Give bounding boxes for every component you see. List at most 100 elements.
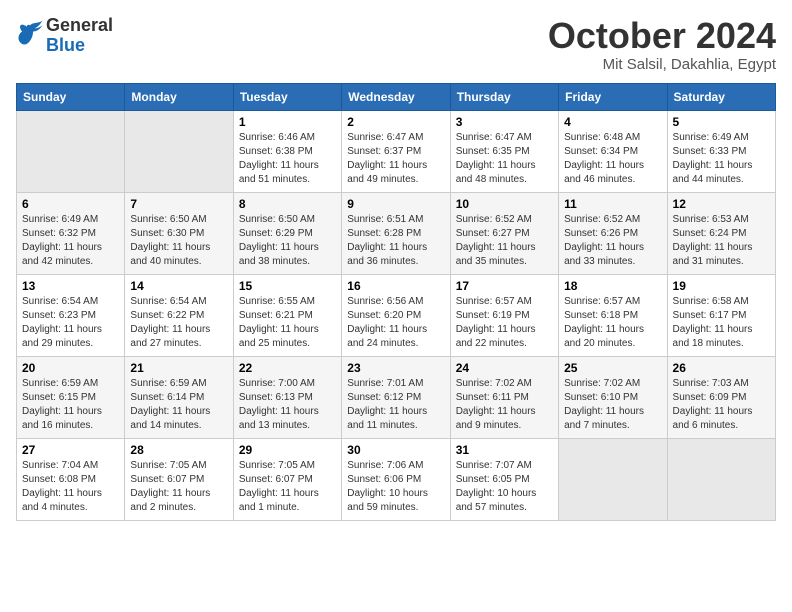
day-info: Sunrise: 6:54 AM Sunset: 6:23 PM Dayligh… — [22, 295, 119, 351]
day-info: Sunrise: 6:50 AM Sunset: 6:29 PM Dayligh… — [239, 213, 336, 269]
day-number: 22 — [239, 361, 336, 375]
day-number: 9 — [347, 197, 444, 211]
title-block: October 2024 Mit Salsil, Dakahlia, Egypt — [548, 16, 776, 73]
day-info: Sunrise: 6:47 AM Sunset: 6:35 PM Dayligh… — [456, 131, 553, 187]
day-info: Sunrise: 6:58 AM Sunset: 6:17 PM Dayligh… — [673, 295, 770, 351]
day-number: 19 — [673, 279, 770, 293]
day-info: Sunrise: 6:52 AM Sunset: 6:27 PM Dayligh… — [456, 213, 553, 269]
logo-text: GeneralBlue — [46, 16, 113, 56]
logo: GeneralBlue — [16, 16, 113, 56]
day-number: 23 — [347, 361, 444, 375]
day-number: 21 — [130, 361, 227, 375]
weekday-header-wednesday: Wednesday — [342, 83, 450, 110]
day-number: 1 — [239, 115, 336, 129]
day-info: Sunrise: 7:04 AM Sunset: 6:08 PM Dayligh… — [22, 459, 119, 515]
day-number: 26 — [673, 361, 770, 375]
calendar-cell: 23 Sunrise: 7:01 AM Sunset: 6:12 PM Dayli… — [342, 356, 450, 438]
day-info: Sunrise: 7:01 AM Sunset: 6:12 PM Dayligh… — [347, 377, 444, 433]
day-number: 30 — [347, 443, 444, 457]
day-number: 2 — [347, 115, 444, 129]
location-text: Mit Salsil, Dakahlia, Egypt — [548, 56, 776, 73]
day-info: Sunrise: 7:02 AM Sunset: 6:11 PM Dayligh… — [456, 377, 553, 433]
calendar-cell: 31Sunrise: 7:07 AM Sunset: 6:05 PM Dayli… — [450, 438, 558, 520]
weekday-header-friday: Friday — [559, 83, 667, 110]
calendar-week-row: 1 Sunrise: 6:46 AM Sunset: 6:38 PM Daylig… — [17, 110, 776, 192]
day-info: Sunrise: 6:56 AM Sunset: 6:20 PM Dayligh… — [347, 295, 444, 351]
day-info: Sunrise: 7:07 AM Sunset: 6:05 PM Dayligh… — [456, 459, 553, 515]
day-info: Sunrise: 6:53 AM Sunset: 6:24 PM Dayligh… — [673, 213, 770, 269]
weekday-header-saturday: Saturday — [667, 83, 775, 110]
day-number: 15 — [239, 279, 336, 293]
calendar-cell: 7 Sunrise: 6:50 AM Sunset: 6:30 PM Daylig… — [125, 192, 233, 274]
day-number: 16 — [347, 279, 444, 293]
day-number: 6 — [22, 197, 119, 211]
day-info: Sunrise: 7:03 AM Sunset: 6:09 PM Dayligh… — [673, 377, 770, 433]
calendar-cell: 6 Sunrise: 6:49 AM Sunset: 6:32 PM Daylig… — [17, 192, 125, 274]
calendar-cell: 3 Sunrise: 6:47 AM Sunset: 6:35 PM Daylig… — [450, 110, 558, 192]
logo-icon — [16, 19, 44, 47]
day-number: 8 — [239, 197, 336, 211]
calendar-cell: 1 Sunrise: 6:46 AM Sunset: 6:38 PM Daylig… — [233, 110, 341, 192]
calendar-cell: 14 Sunrise: 6:54 AM Sunset: 6:22 PM Dayli… — [125, 274, 233, 356]
calendar-cell: 21 Sunrise: 6:59 AM Sunset: 6:14 PM Dayli… — [125, 356, 233, 438]
day-number: 25 — [564, 361, 661, 375]
calendar-cell: 11Sunrise: 6:52 AM Sunset: 6:26 PM Dayli… — [559, 192, 667, 274]
calendar-cell — [125, 110, 233, 192]
calendar-week-row: 20 Sunrise: 6:59 AM Sunset: 6:15 PM Dayli… — [17, 356, 776, 438]
calendar-cell: 22Sunrise: 7:00 AM Sunset: 6:13 PM Dayli… — [233, 356, 341, 438]
day-number: 29 — [239, 443, 336, 457]
day-info: Sunrise: 6:51 AM Sunset: 6:28 PM Dayligh… — [347, 213, 444, 269]
weekday-header-tuesday: Tuesday — [233, 83, 341, 110]
day-info: Sunrise: 6:54 AM Sunset: 6:22 PM Dayligh… — [130, 295, 227, 351]
calendar-cell: 20 Sunrise: 6:59 AM Sunset: 6:15 PM Dayli… — [17, 356, 125, 438]
day-number: 18 — [564, 279, 661, 293]
calendar-cell: 12 Sunrise: 6:53 AM Sunset: 6:24 PM Dayli… — [667, 192, 775, 274]
day-number: 4 — [564, 115, 661, 129]
day-number: 5 — [673, 115, 770, 129]
calendar-cell — [17, 110, 125, 192]
day-info: Sunrise: 6:46 AM Sunset: 6:38 PM Dayligh… — [239, 131, 336, 187]
day-info: Sunrise: 6:59 AM Sunset: 6:14 PM Dayligh… — [130, 377, 227, 433]
day-number: 11 — [564, 197, 661, 211]
calendar-week-row: 13Sunrise: 6:54 AM Sunset: 6:23 PM Dayli… — [17, 274, 776, 356]
day-number: 7 — [130, 197, 227, 211]
calendar-cell: 19 Sunrise: 6:58 AM Sunset: 6:17 PM Dayli… — [667, 274, 775, 356]
calendar-cell — [667, 438, 775, 520]
day-number: 17 — [456, 279, 553, 293]
day-info: Sunrise: 7:02 AM Sunset: 6:10 PM Dayligh… — [564, 377, 661, 433]
calendar-cell — [559, 438, 667, 520]
calendar-cell: 4Sunrise: 6:48 AM Sunset: 6:34 PM Daylig… — [559, 110, 667, 192]
calendar-table: SundayMondayTuesdayWednesdayThursdayFrid… — [16, 83, 776, 521]
calendar-cell: 15 Sunrise: 6:55 AM Sunset: 6:21 PM Dayli… — [233, 274, 341, 356]
day-info: Sunrise: 6:50 AM Sunset: 6:30 PM Dayligh… — [130, 213, 227, 269]
day-number: 10 — [456, 197, 553, 211]
day-info: Sunrise: 6:49 AM Sunset: 6:32 PM Dayligh… — [22, 213, 119, 269]
day-info: Sunrise: 6:47 AM Sunset: 6:37 PM Dayligh… — [347, 131, 444, 187]
calendar-cell: 9 Sunrise: 6:51 AM Sunset: 6:28 PM Daylig… — [342, 192, 450, 274]
day-number: 24 — [456, 361, 553, 375]
calendar-cell: 25 Sunrise: 7:02 AM Sunset: 6:10 PM Dayli… — [559, 356, 667, 438]
day-number: 12 — [673, 197, 770, 211]
day-number: 3 — [456, 115, 553, 129]
day-number: 20 — [22, 361, 119, 375]
calendar-cell: 29 Sunrise: 7:05 AM Sunset: 6:07 PM Dayli… — [233, 438, 341, 520]
day-info: Sunrise: 6:57 AM Sunset: 6:19 PM Dayligh… — [456, 295, 553, 351]
calendar-cell: 27Sunrise: 7:04 AM Sunset: 6:08 PM Dayli… — [17, 438, 125, 520]
weekday-header-row: SundayMondayTuesdayWednesdayThursdayFrid… — [17, 83, 776, 110]
calendar-cell: 16 Sunrise: 6:56 AM Sunset: 6:20 PM Dayli… — [342, 274, 450, 356]
calendar-cell: 8 Sunrise: 6:50 AM Sunset: 6:29 PM Daylig… — [233, 192, 341, 274]
month-title: October 2024 — [548, 16, 776, 56]
day-number: 28 — [130, 443, 227, 457]
day-info: Sunrise: 6:49 AM Sunset: 6:33 PM Dayligh… — [673, 131, 770, 187]
calendar-cell: 30 Sunrise: 7:06 AM Sunset: 6:06 PM Dayli… — [342, 438, 450, 520]
day-info: Sunrise: 6:59 AM Sunset: 6:15 PM Dayligh… — [22, 377, 119, 433]
calendar-cell: 2 Sunrise: 6:47 AM Sunset: 6:37 PM Daylig… — [342, 110, 450, 192]
day-info: Sunrise: 7:05 AM Sunset: 6:07 PM Dayligh… — [130, 459, 227, 515]
day-number: 14 — [130, 279, 227, 293]
weekday-header-sunday: Sunday — [17, 83, 125, 110]
calendar-cell: 18Sunrise: 6:57 AM Sunset: 6:18 PM Dayli… — [559, 274, 667, 356]
calendar-cell: 13Sunrise: 6:54 AM Sunset: 6:23 PM Dayli… — [17, 274, 125, 356]
day-info: Sunrise: 6:55 AM Sunset: 6:21 PM Dayligh… — [239, 295, 336, 351]
day-info: Sunrise: 7:05 AM Sunset: 6:07 PM Dayligh… — [239, 459, 336, 515]
day-info: Sunrise: 7:06 AM Sunset: 6:06 PM Dayligh… — [347, 459, 444, 515]
